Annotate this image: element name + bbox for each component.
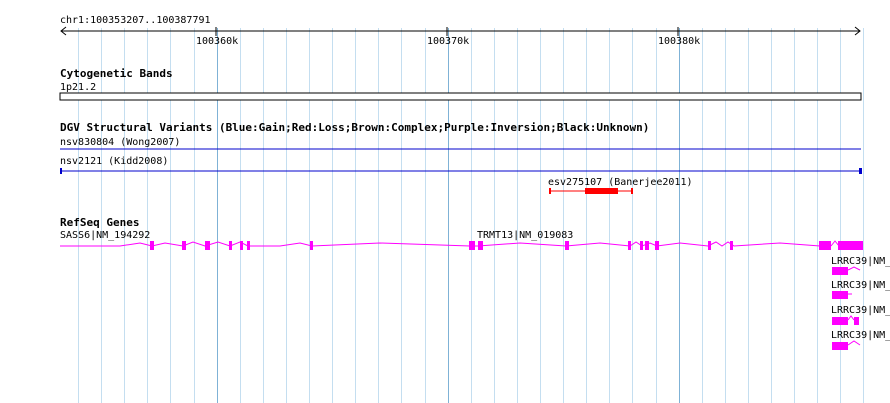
- grid-line: [448, 28, 449, 403]
- grid-line: [586, 28, 587, 403]
- grid-line: [679, 28, 680, 403]
- region-label: chr1:100353207..100387791: [60, 15, 211, 26]
- grid-line: [286, 28, 287, 403]
- grid-line: [817, 28, 818, 403]
- grid-line: [425, 28, 426, 403]
- dgv-feature-nsv2121[interactable]: [0, 166, 890, 176]
- grid-line: [771, 28, 772, 403]
- gene-model-sass6-trmt13[interactable]: [0, 238, 890, 254]
- grid-line: [702, 28, 703, 403]
- grid-line: [656, 28, 657, 403]
- genome-browser-view: chr1:100353207..100387791 100360k 100370…: [0, 0, 890, 403]
- grid-line: [563, 28, 564, 403]
- grid-line: [748, 28, 749, 403]
- grid-line: [517, 28, 518, 403]
- grid-line: [147, 28, 148, 403]
- grid-line: [170, 28, 171, 403]
- gene-model-lrrc39-4[interactable]: [830, 339, 890, 353]
- grid-line: [263, 28, 264, 403]
- grid-line: [309, 28, 310, 403]
- gene-model-lrrc39-3[interactable]: [830, 314, 890, 328]
- grid-line: [540, 28, 541, 403]
- grid-line: [194, 28, 195, 403]
- grid-line: [217, 28, 218, 403]
- grid-line: [632, 28, 633, 403]
- track-title-refseq[interactable]: RefSeq Genes: [60, 217, 139, 229]
- grid-line: [332, 28, 333, 403]
- grid-line: [355, 28, 356, 403]
- dgv-feature-esv275107[interactable]: [0, 186, 890, 196]
- ruler-tick-label: 100380k: [658, 36, 701, 47]
- grid-line: [725, 28, 726, 403]
- grid-line: [378, 28, 379, 403]
- grid-line: [609, 28, 610, 403]
- cytoband-ideogram[interactable]: [0, 92, 890, 104]
- grid-line: [471, 28, 472, 403]
- grid-line: [240, 28, 241, 403]
- grid-line: [494, 28, 495, 403]
- grid-line: [401, 28, 402, 403]
- grid-line: [794, 28, 795, 403]
- gene-model-lrrc39-1[interactable]: [830, 265, 890, 277]
- ruler-tick-label: 100360k: [196, 36, 239, 47]
- ruler-tick-label: 100370k: [427, 36, 470, 47]
- track-title-dgv[interactable]: DGV Structural Variants (Blue:Gain;Red:L…: [60, 122, 649, 134]
- track-title-cytoband[interactable]: Cytogenetic Bands: [60, 68, 173, 80]
- dgv-feature-nsv830804[interactable]: [0, 146, 890, 152]
- gene-model-lrrc39-2[interactable]: [830, 289, 890, 301]
